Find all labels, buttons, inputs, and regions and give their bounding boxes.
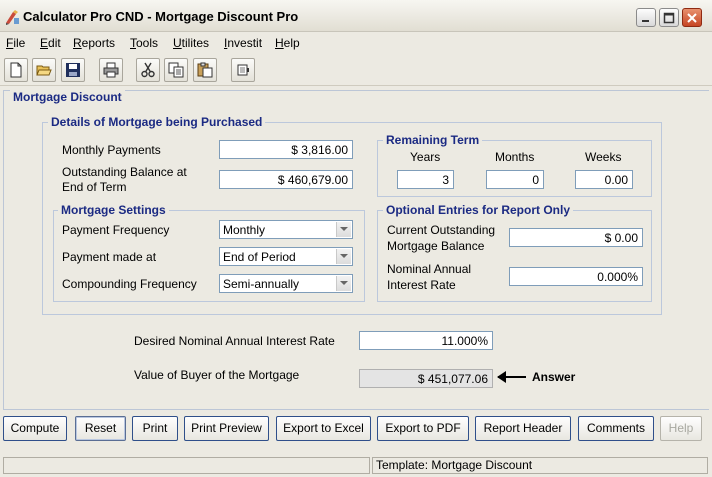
payment-frequency-label: Payment Frequency <box>62 223 170 237</box>
print-button[interactable] <box>99 58 123 82</box>
answer-label: Answer <box>532 370 576 384</box>
calculator-icon <box>237 64 249 76</box>
outstanding-balance-label-line2: End of Term <box>62 180 127 194</box>
months-label: Months <box>495 150 535 164</box>
report-header-button[interactable]: Report Header <box>475 416 571 441</box>
help-button[interactable]: Help <box>660 416 702 441</box>
weeks-label: Weeks <box>585 150 622 164</box>
cut-icon <box>141 62 155 78</box>
answer-arrow-icon <box>497 371 526 383</box>
copy-icon <box>168 62 184 78</box>
status-template: Template: Mortgage Discount <box>372 457 708 474</box>
payment-frequency-value: Monthly <box>223 223 266 237</box>
remaining-term-title: Remaining Term <box>383 133 483 147</box>
monthly-payments-field[interactable]: $ 3,816.00 <box>219 140 353 159</box>
menu-help[interactable]: Help <box>275 36 300 50</box>
save-button[interactable] <box>61 58 85 82</box>
menu-file[interactable]: File <box>6 36 25 50</box>
export-excel-button[interactable]: Export to Excel <box>276 416 371 441</box>
open-folder-button[interactable] <box>32 58 56 82</box>
menu-investit[interactable]: Investit <box>224 36 262 50</box>
comments-button[interactable]: Comments <box>578 416 654 441</box>
desired-rate-field[interactable]: 11.000% <box>359 331 493 350</box>
paste-icon <box>197 62 213 78</box>
chevron-down-icon <box>340 281 348 285</box>
menu-edit[interactable]: Edit <box>40 36 61 50</box>
chevron-down-icon <box>340 227 348 231</box>
export-pdf-button[interactable]: Export to PDF <box>377 416 469 441</box>
status-left <box>3 457 370 474</box>
years-field[interactable]: 3 <box>397 170 454 189</box>
status-bar: Template: Mortgage Discount <box>0 456 712 477</box>
current-outstanding-label-line1: Current Outstanding <box>387 223 496 237</box>
calculator-button[interactable] <box>231 58 255 82</box>
toolbar <box>0 56 712 86</box>
compounding-frequency-dropdown[interactable] <box>336 276 351 291</box>
paste-button[interactable] <box>193 58 217 82</box>
minimize-icon <box>642 20 649 22</box>
maximize-icon <box>663 12 675 24</box>
reset-button[interactable]: Reset <box>75 416 126 441</box>
buyer-value-label: Value of Buyer of the Mortgage <box>134 368 300 382</box>
outstanding-balance-field[interactable]: $ 460,679.00 <box>219 170 353 189</box>
menu-bar: File Edit Reports Tools Utilites Investi… <box>0 34 712 52</box>
compounding-frequency-label: Compounding Frequency <box>62 277 197 291</box>
panel-title: Mortgage Discount <box>10 90 125 104</box>
compute-button[interactable]: Compute <box>3 416 67 441</box>
new-file-button[interactable] <box>4 58 28 82</box>
copy-button[interactable] <box>164 58 188 82</box>
payment-made-at-label: Payment made at <box>62 250 157 264</box>
current-outstanding-field[interactable]: $ 0.00 <box>509 228 643 247</box>
print-report-button[interactable]: Print <box>132 416 178 441</box>
cut-button[interactable] <box>136 58 160 82</box>
current-outstanding-label-line2: Mortgage Balance <box>387 239 485 253</box>
save-icon <box>66 63 80 77</box>
compounding-frequency-value: Semi-annually <box>223 277 300 291</box>
menu-utilites[interactable]: Utilites <box>173 36 209 50</box>
print-icon <box>103 62 119 78</box>
chevron-down-icon <box>340 254 348 258</box>
payment-frequency-dropdown[interactable] <box>336 222 351 237</box>
months-field[interactable]: 0 <box>486 170 544 189</box>
optional-entries-title: Optional Entries for Report Only <box>383 203 574 217</box>
window-title: Calculator Pro CND - Mortgage Discount P… <box>23 9 299 24</box>
app-logo-icon <box>6 10 19 25</box>
print-preview-button[interactable]: Print Preview <box>184 416 269 441</box>
nominal-annual-rate-field[interactable]: 0.000% <box>509 267 643 286</box>
mortgage-settings-title: Mortgage Settings <box>58 203 169 217</box>
menu-tools[interactable]: Tools <box>130 36 158 50</box>
payment-made-at-dropdown[interactable] <box>336 249 351 264</box>
compounding-frequency-select[interactable]: Semi-annually <box>219 274 353 293</box>
nominal-annual-label-line2: Interest Rate <box>387 278 456 292</box>
menu-reports[interactable]: Reports <box>73 36 115 50</box>
new-file-icon <box>10 62 22 78</box>
monthly-payments-label: Monthly Payments <box>62 143 161 157</box>
details-group-title: Details of Mortgage being Purchased <box>48 115 266 129</box>
desired-rate-label: Desired Nominal Annual Interest Rate <box>134 334 335 348</box>
title-bar: Calculator Pro CND - Mortgage Discount P… <box>0 0 712 32</box>
nominal-annual-label-line1: Nominal Annual <box>387 262 472 276</box>
payment-made-at-select[interactable]: End of Period <box>219 247 353 266</box>
payment-made-at-value: End of Period <box>223 250 296 264</box>
outstanding-balance-label-line1: Outstanding Balance at <box>62 165 187 179</box>
open-folder-icon <box>36 65 52 76</box>
close-icon <box>687 13 697 23</box>
minimize-button[interactable] <box>636 8 656 27</box>
buyer-value-field: $ 451,077.06 <box>359 369 493 388</box>
weeks-field[interactable]: 0.00 <box>575 170 633 189</box>
years-label: Years <box>410 150 441 164</box>
close-button[interactable] <box>682 8 702 27</box>
maximize-button[interactable] <box>659 8 679 27</box>
payment-frequency-select[interactable]: Monthly <box>219 220 353 239</box>
